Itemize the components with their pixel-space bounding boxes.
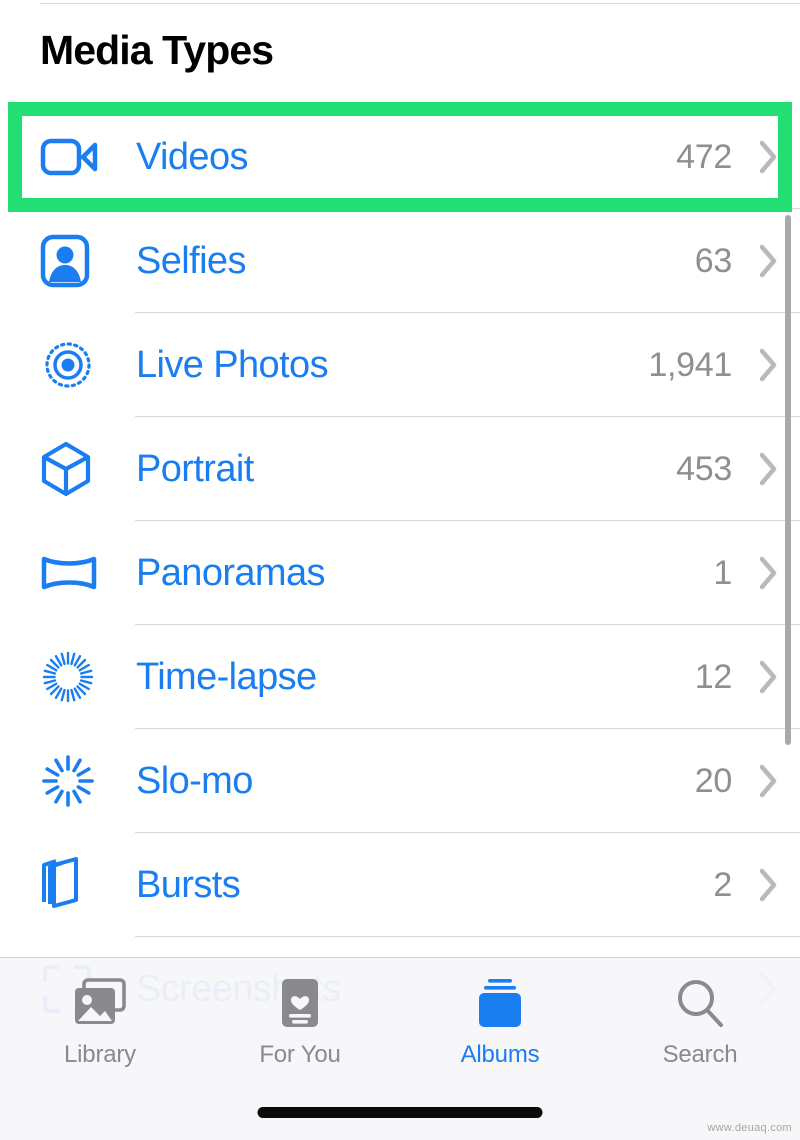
media-type-label: Time-lapse [136, 655, 317, 698]
tab-label: For You [259, 1041, 341, 1068]
for-you-card-icon [278, 974, 322, 1032]
tab-library[interactable]: Library [0, 974, 200, 1069]
slomo-icon [40, 752, 110, 810]
media-type-label: Slo-mo [136, 759, 253, 802]
media-type-label: Panoramas [136, 551, 326, 594]
media-types-list: Videos 472 Selfies 63 Live Photos 1,941 Por… [0, 105, 800, 1041]
top-separator [40, 3, 800, 4]
tab-label: Library [64, 1041, 136, 1068]
bursts-icon [40, 856, 110, 914]
panorama-icon [40, 544, 110, 602]
media-type-row-portrait[interactable]: Portrait 453 [0, 417, 800, 521]
photos-media-types-screen: Media Types Videos 472 Selfies 63 Live Pho… [0, 0, 800, 1140]
media-type-label: Bursts [136, 863, 241, 906]
page-title: Media Types [40, 27, 274, 73]
tab-label: Search [662, 1041, 738, 1068]
home-indicator [257, 1107, 543, 1118]
media-type-count: 63 [694, 241, 733, 280]
media-type-count: 1 [713, 553, 732, 592]
chevron-right-icon [748, 868, 788, 902]
media-type-count: 1,941 [648, 345, 732, 384]
chevron-right-icon [748, 556, 788, 590]
media-type-row-selfies[interactable]: Selfies 63 [0, 209, 800, 313]
chevron-right-icon [748, 660, 788, 694]
timelapse-icon [40, 648, 110, 706]
chevron-right-icon [748, 140, 788, 174]
media-type-count: 20 [694, 761, 733, 800]
vertical-scrollbar[interactable] [785, 215, 791, 745]
media-type-label: Videos [136, 135, 249, 178]
tab-for-you[interactable]: For You [200, 974, 400, 1069]
chevron-right-icon [748, 244, 788, 278]
media-type-row-bursts[interactable]: Bursts 2 [0, 833, 800, 937]
media-type-label: Live Photos [136, 343, 329, 386]
media-type-count: 472 [676, 137, 732, 176]
photos-stack-icon [72, 974, 128, 1032]
chevron-right-icon [748, 452, 788, 486]
media-type-count: 12 [694, 657, 733, 696]
chevron-right-icon [748, 348, 788, 382]
media-type-count: 2 [713, 865, 732, 904]
magnifier-icon [674, 974, 726, 1032]
video-camera-icon [40, 128, 110, 186]
media-type-row-videos[interactable]: Videos 472 [0, 105, 800, 209]
media-type-label: Portrait [136, 447, 254, 490]
tab-albums[interactable]: Albums [400, 974, 600, 1069]
chevron-right-icon [748, 764, 788, 798]
tab-label: Albums [460, 1041, 540, 1068]
cube-icon [40, 440, 110, 498]
media-type-row-panoramas[interactable]: Panoramas 1 [0, 521, 800, 625]
albums-stack-icon [472, 974, 528, 1032]
media-type-label: Selfies [136, 239, 246, 282]
tab-search[interactable]: Search [600, 974, 800, 1069]
media-type-row-live-photos[interactable]: Live Photos 1,941 [0, 313, 800, 417]
live-photo-icon [40, 336, 110, 394]
tab-bar: Library For You Albums Search [0, 957, 800, 1140]
watermark: www.deuaq.com [707, 1122, 792, 1134]
person-portrait-icon [40, 232, 110, 290]
media-type-count: 453 [676, 449, 732, 488]
media-type-row-slo-mo[interactable]: Slo-mo 20 [0, 729, 800, 833]
media-type-row-time-lapse[interactable]: Time-lapse 12 [0, 625, 800, 729]
